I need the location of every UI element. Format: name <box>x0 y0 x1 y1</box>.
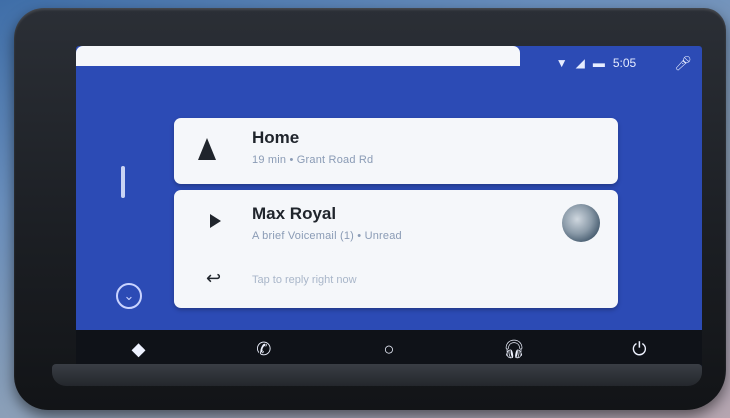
device-bezel <box>52 364 702 386</box>
message-card[interactable]: Max Royal A brief Voicemail (1) • Unread… <box>174 190 618 308</box>
navigation-icon[interactable]: ◆ <box>119 339 159 360</box>
navigation-card[interactable]: Home 19 min • Grant Road Rd <box>174 118 618 184</box>
play-icon[interactable] <box>210 214 221 228</box>
bottom-nav-bar: ◆ ✆ ○ 🎧︎ ⏻ <box>76 330 702 368</box>
reply-hint: Tap to reply right now <box>252 274 357 286</box>
android-auto-screen: ▼ ◢ ▬ 5:05 🎤︎ ⌄ Home 19 min • Grant Road… <box>76 46 702 368</box>
navigation-title: Home <box>252 128 300 147</box>
message-sender: Max Royal <box>252 204 337 223</box>
headphones-icon[interactable]: 🎧︎ <box>494 339 534 360</box>
chevron-down-icon[interactable]: ⌄ <box>116 283 142 309</box>
next-card[interactable] <box>76 46 520 66</box>
reply-icon[interactable]: ↩ <box>206 268 221 289</box>
phone-icon[interactable]: ✆ <box>244 339 284 360</box>
navigation-subtitle: 19 min • Grant Road Rd <box>252 154 374 166</box>
car-head-unit: ▼ ◢ ▬ 5:05 🎤︎ ⌄ Home 19 min • Grant Road… <box>14 8 726 410</box>
battery-icon: ▬ <box>592 56 605 70</box>
navigation-arrow-icon <box>198 138 216 160</box>
status-time: 5:05 <box>612 56 637 70</box>
power-icon[interactable]: ⏻ <box>619 339 659 360</box>
wifi-icon: ▼ <box>555 56 568 70</box>
message-subtitle: A brief Voicemail (1) • Unread <box>252 230 402 242</box>
signal-icon: ◢ <box>575 56 585 70</box>
page-indicator <box>121 166 125 198</box>
avatar <box>562 204 600 242</box>
status-bar: ▼ ◢ ▬ 5:05 🎤︎ <box>556 46 692 80</box>
microphone-icon[interactable]: 🎤︎ <box>674 55 692 72</box>
home-icon[interactable]: ○ <box>369 339 409 360</box>
